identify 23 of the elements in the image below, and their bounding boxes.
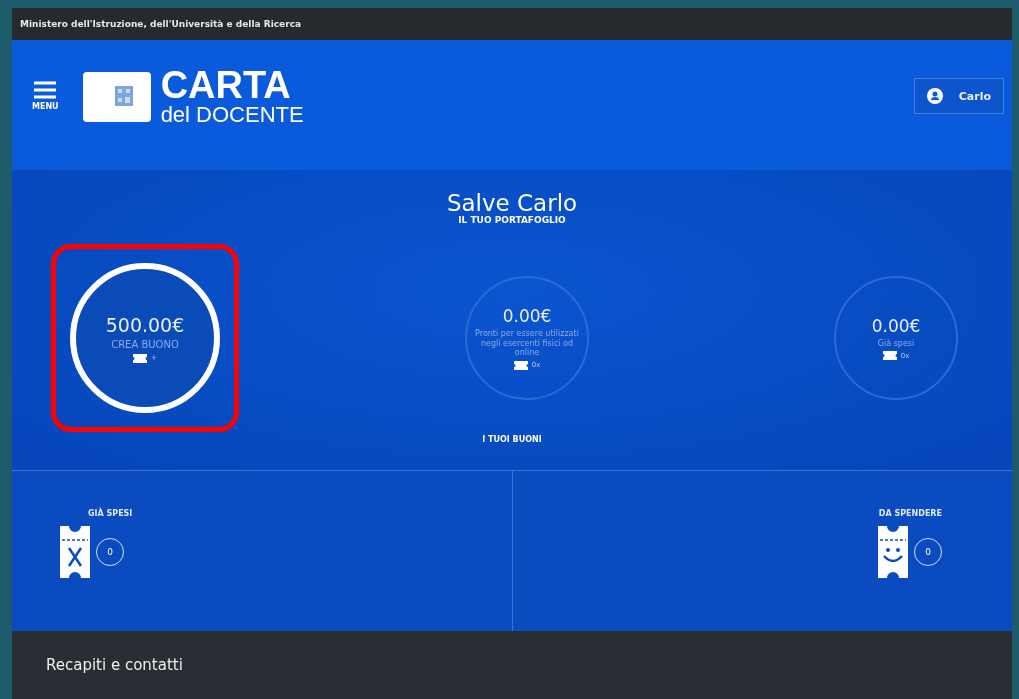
smiling-ticket-icon [878,526,908,578]
panel-label: GIÀ SPESI [88,509,133,518]
wallet-amount: 0.00€ [871,315,921,336]
logo-subtitle: del DOCENTE [160,104,304,126]
footer-title: Recapiti e contatti [46,656,183,674]
ticket-icon [513,360,528,370]
user-icon [926,88,943,104]
wallet-amount: 0.00€ [502,306,552,327]
wallet-amount: 500.00€ [105,313,185,336]
crossed-ticket-icon [60,526,90,578]
wallet-caption: Pronti per essere utilizzati negli esercenti fisici od online [474,329,580,358]
ticket-icon [133,353,148,363]
user-button[interactable]: Carlo [913,78,1004,114]
menu-button[interactable]: MENU [32,81,59,111]
ticket-icon [882,351,897,361]
panel-label: DA SPENDERE [878,509,942,518]
greeting-subtitle: IL TUO PORTAFOGLIO [458,215,566,225]
greeting-title: Salve Carlo [446,192,578,215]
vouchers-heading: I TUOI BUONI [482,435,542,444]
logo-title: CARTA [160,66,292,104]
wallet-caption: Già spesi [877,338,915,349]
wallet-caption: CREA BUONO [111,338,179,351]
ministry-title: Ministero dell'Istruzione, dell'Università e della Ricerca [20,19,302,29]
